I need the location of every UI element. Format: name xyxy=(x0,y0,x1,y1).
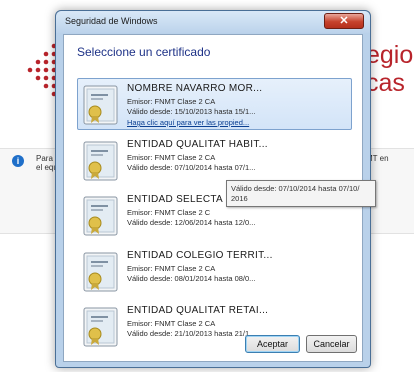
certificate-issuer: Emisor: FNMT Clase 2 CA xyxy=(127,152,216,162)
certificate-name: ENTIDAD QUALITAT RETAI... xyxy=(127,305,269,316)
certificate-issuer: Emisor: FNMT Clase 2 CA xyxy=(127,319,216,328)
certificate-icon xyxy=(83,196,118,236)
certificate-icon xyxy=(83,85,118,125)
certificate-item-1[interactable]: NOMBRE NAVARRO MOR... Emisor: FNMT Clase… xyxy=(77,78,352,130)
certificate-properties-link[interactable]: Haga clic aquí para ver las propied... xyxy=(127,118,249,127)
info-icon: i xyxy=(12,155,24,167)
certificate-item-4[interactable]: ENTIDAD COLEGIO TERRIT... Emisor: FNMT C… xyxy=(77,245,352,297)
tooltip-line-1: Válido desde: 07/10/2014 hasta 07/10/ xyxy=(231,184,360,193)
dialog-heading: Seleccione un certificado xyxy=(77,45,211,59)
close-button[interactable]: ✕ xyxy=(324,13,364,29)
tooltip-line-2: 2016 xyxy=(231,194,248,203)
cancel-button[interactable]: Cancelar xyxy=(306,335,357,353)
certificate-issuer: Emisor: FNMT Clase 2 CA xyxy=(127,263,216,273)
certificate-icon xyxy=(83,141,118,180)
certificate-name: ENTIDAD SELECTA xyxy=(127,194,223,205)
certificate-list: NOMBRE NAVARRO MOR... Emisor: FNMT Clase… xyxy=(77,78,352,356)
accept-button[interactable]: Aceptar xyxy=(245,335,300,353)
certificate-validity: Válido desde: 15/10/2013 hasta 15/1... xyxy=(127,107,256,116)
certificate-validity: Válido desde: 21/10/2013 hasta 21/1... xyxy=(127,329,256,338)
certificate-name: ENTIDAD QUALITAT HABIT... xyxy=(127,138,268,150)
certificate-name: NOMBRE NAVARRO MOR... xyxy=(127,83,263,94)
close-icon: ✕ xyxy=(339,15,349,27)
certificate-validity: Válido desde: 07/10/2014 hasta 07/1... xyxy=(127,162,256,172)
certificate-icon xyxy=(83,252,118,291)
dialog-titlebar[interactable]: Seguridad de Windows ✕ xyxy=(56,11,370,33)
validity-tooltip: Válido desde: 07/10/2014 hasta 07/10/ 20… xyxy=(226,180,376,207)
certificate-item-2[interactable]: ENTIDAD QUALITAT HABIT... Emisor: FNMT C… xyxy=(77,134,352,186)
logo-text-line1: egios xyxy=(366,41,414,69)
certificate-issuer: Emisor: FNMT Clase 2 CA xyxy=(127,97,216,106)
logo-text-line2: cas xyxy=(366,69,405,97)
certificate-name: ENTIDAD COLEGIO TERRIT... xyxy=(127,249,273,261)
dialog-title: Seguridad de Windows xyxy=(65,16,158,26)
certificate-issuer: Emisor: FNMT Clase 2 C xyxy=(127,208,211,217)
certificate-validity: Válido desde: 12/06/2014 hasta 12/0... xyxy=(127,218,256,227)
certificate-validity: Válido desde: 08/01/2014 hasta 08/0... xyxy=(127,273,256,283)
certificate-icon xyxy=(83,307,118,347)
